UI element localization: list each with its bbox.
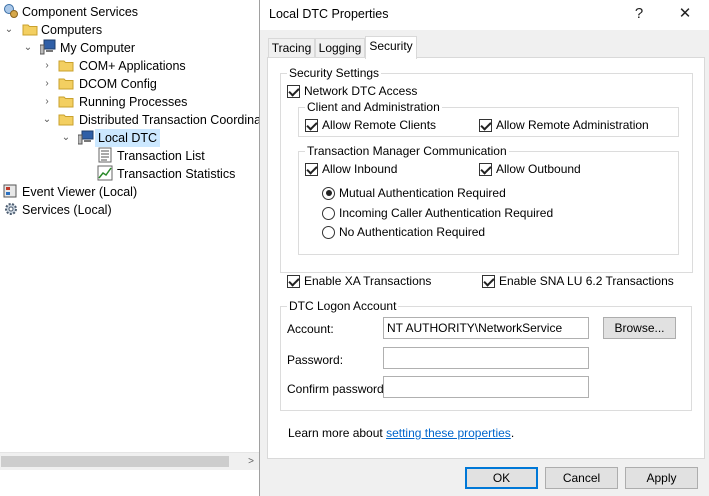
horizontal-scrollbar[interactable]: >: [0, 452, 260, 470]
tree-item-services[interactable]: Services (Local): [22, 201, 112, 219]
client-administration-group: Client and Administration Allow Remote C…: [298, 100, 679, 137]
no-authentication-label: No Authentication Required: [339, 225, 486, 239]
folder-icon: [22, 21, 38, 37]
learn-more-prefix: Learn more about: [288, 426, 387, 440]
local-dtc-icon: [77, 129, 94, 145]
scroll-right-arrow-icon[interactable]: >: [244, 453, 258, 471]
checkbox-checked-icon[interactable]: [482, 274, 495, 288]
tab-tracing[interactable]: Tracing: [268, 38, 315, 58]
enable-sna-transactions-checkbox[interactable]: Enable SNA LU 6.2 Transactions: [482, 274, 674, 288]
tree-item-my-computer[interactable]: My Computer: [60, 39, 135, 57]
setting-these-properties-link[interactable]: setting these properties: [386, 426, 511, 440]
security-settings-group: Security Settings Network DTC Access Cli…: [280, 66, 693, 273]
tab-security[interactable]: Security: [365, 36, 417, 59]
password-input[interactable]: [383, 347, 589, 369]
dialog-titlebar[interactable]: Local DTC Properties ? ✕: [260, 0, 709, 30]
dialog-title: Local DTC Properties: [269, 7, 389, 21]
client-administration-legend: Client and Administration: [305, 100, 442, 114]
learn-more-suffix: .: [510, 426, 515, 440]
password-label: Password:: [287, 353, 344, 367]
security-settings-legend: Security Settings: [287, 66, 382, 80]
security-tab-page: Security Settings Network DTC Access Cli…: [267, 57, 705, 459]
chevron-down-icon[interactable]: ⌄: [61, 129, 71, 147]
event-viewer-icon: [3, 183, 19, 199]
network-dtc-access-label: Network DTC Access: [304, 84, 418, 98]
allow-remote-clients-label: Allow Remote Clients: [322, 118, 437, 132]
tree-bottom-area: [0, 470, 260, 496]
browse-button[interactable]: Browse...: [603, 317, 676, 339]
folder-icon: [58, 111, 74, 127]
statistics-icon: [97, 165, 113, 181]
mutual-authentication-label: Mutual Authentication Required: [339, 186, 506, 200]
allow-outbound-label: Allow Outbound: [496, 162, 581, 176]
computer-icon: [39, 39, 56, 55]
chevron-down-icon[interactable]: ⌄: [4, 21, 14, 39]
component-services-icon: [3, 3, 19, 19]
cancel-button[interactable]: Cancel: [545, 467, 618, 489]
checkbox-checked-icon[interactable]: [287, 84, 300, 98]
ok-button[interactable]: OK: [465, 467, 538, 489]
network-dtc-access-checkbox[interactable]: Network DTC Access: [287, 84, 417, 98]
tree-item-local-dtc[interactable]: Local DTC: [95, 129, 161, 147]
tree-item-running-processes[interactable]: Running Processes: [79, 93, 187, 111]
confirm-password-input[interactable]: [383, 376, 589, 398]
chevron-right-icon[interactable]: ›: [42, 57, 52, 75]
tree-item-computers[interactable]: Computers: [41, 21, 102, 39]
transaction-manager-communication-group: Transaction Manager Communication Allow …: [298, 144, 679, 255]
dtc-logon-account-group: DTC Logon Account Account: NT AUTHORITY\…: [280, 299, 692, 411]
checkbox-checked-icon[interactable]: [305, 162, 318, 176]
checkbox-checked-icon[interactable]: [479, 118, 492, 132]
confirm-password-label: Confirm password:: [287, 382, 388, 396]
tree-item-transaction-list[interactable]: Transaction List: [117, 147, 205, 165]
chevron-right-icon[interactable]: ›: [42, 75, 52, 93]
transaction-manager-communication-legend: Transaction Manager Communication: [305, 144, 509, 158]
tree-item-transaction-statistics[interactable]: Transaction Statistics: [117, 165, 235, 183]
allow-remote-clients-checkbox[interactable]: Allow Remote Clients: [305, 118, 436, 132]
tree-item-component-services[interactable]: Component Services: [22, 3, 138, 21]
allow-remote-administration-label: Allow Remote Administration: [496, 118, 649, 132]
incoming-caller-authentication-label: Incoming Caller Authentication Required: [339, 206, 554, 220]
local-dtc-properties-dialog: Local DTC Properties ? ✕ Tracing Logging…: [259, 0, 709, 496]
close-button[interactable]: ✕: [670, 2, 700, 26]
enable-xa-transactions-checkbox[interactable]: Enable XA Transactions: [287, 274, 431, 288]
incoming-caller-authentication-radio[interactable]: Incoming Caller Authentication Required: [322, 206, 553, 220]
apply-button[interactable]: Apply: [625, 467, 698, 489]
learn-more-text: Learn more about setting these propertie…: [288, 426, 514, 440]
tree-item-com-applications[interactable]: COM+ Applications: [79, 57, 186, 75]
allow-inbound-label: Allow Inbound: [322, 162, 398, 176]
account-input[interactable]: NT AUTHORITY\NetworkService: [383, 317, 589, 339]
folder-icon: [58, 75, 74, 91]
checkbox-checked-icon[interactable]: [479, 162, 492, 176]
checkbox-checked-icon[interactable]: [305, 118, 318, 132]
folder-icon: [58, 93, 74, 109]
enable-xa-transactions-label: Enable XA Transactions: [304, 274, 432, 288]
allow-outbound-checkbox[interactable]: Allow Outbound: [479, 162, 581, 176]
radio-unselected-icon[interactable]: [322, 206, 335, 220]
chevron-down-icon[interactable]: ⌄: [42, 111, 52, 129]
folder-icon: [58, 57, 74, 73]
allow-remote-administration-checkbox[interactable]: Allow Remote Administration: [479, 118, 649, 132]
allow-inbound-checkbox[interactable]: Allow Inbound: [305, 162, 397, 176]
tree-item-dcom-config[interactable]: DCOM Config: [79, 75, 157, 93]
scrollbar-thumb[interactable]: [1, 456, 229, 467]
list-icon: [97, 147, 113, 163]
mutual-authentication-radio[interactable]: Mutual Authentication Required: [322, 186, 506, 200]
tree-item-event-viewer[interactable]: Event Viewer (Local): [22, 183, 137, 201]
tree-pane: Component Services ⌄ Computers ⌄ My Comp…: [0, 0, 265, 496]
radio-unselected-icon[interactable]: [322, 225, 335, 239]
chevron-down-icon[interactable]: ⌄: [23, 39, 33, 57]
account-label: Account:: [287, 322, 334, 336]
no-authentication-radio[interactable]: No Authentication Required: [322, 225, 485, 239]
tab-logging[interactable]: Logging: [315, 38, 365, 58]
checkbox-checked-icon[interactable]: [287, 274, 300, 288]
enable-sna-transactions-label: Enable SNA LU 6.2 Transactions: [499, 274, 674, 288]
services-gear-icon: [3, 201, 19, 217]
radio-selected-icon[interactable]: [322, 186, 335, 200]
tree-item-distributed-transaction-coordinator[interactable]: Distributed Transaction Coordinat: [79, 111, 265, 129]
chevron-right-icon[interactable]: ›: [42, 93, 52, 111]
help-button[interactable]: ?: [624, 2, 654, 26]
dtc-logon-account-legend: DTC Logon Account: [287, 299, 399, 313]
